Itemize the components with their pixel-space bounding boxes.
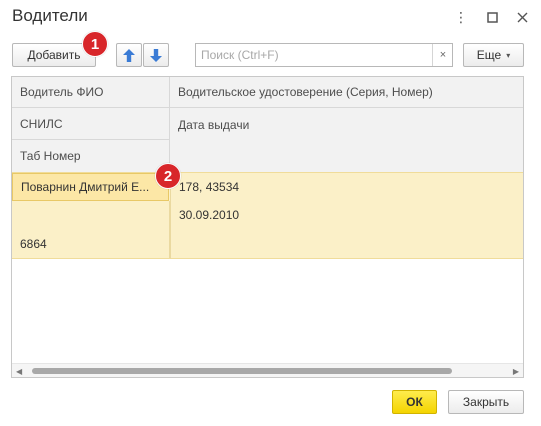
ok-button[interactable]: ОК <box>392 390 437 414</box>
cell-issue-date[interactable]: 30.09.2010 <box>170 201 523 229</box>
move-down-button[interactable] <box>143 43 169 67</box>
more-vertical-icon[interactable]: ⋮ <box>452 8 470 26</box>
column-header-license[interactable]: Водительское удостоверение (Серия, Номер… <box>170 77 523 108</box>
arrow-down-icon <box>150 48 162 62</box>
annotation-badge-2: 2 <box>155 163 181 189</box>
search-field: × <box>195 43 453 67</box>
cell-tab-number[interactable]: 6864 <box>12 229 170 258</box>
drivers-table[interactable]: Водитель ФИО СНИЛС Таб Номер Водительско… <box>11 76 524 378</box>
scroll-right-icon[interactable]: ▶ <box>513 367 519 376</box>
column-header-snils[interactable]: СНИЛС <box>12 108 170 140</box>
close-button[interactable]: Закрыть <box>448 390 524 414</box>
clear-search-button[interactable]: × <box>432 44 453 66</box>
scroll-left-icon[interactable]: ◀ <box>16 367 22 376</box>
annotation-badge-1: 1 <box>82 31 108 57</box>
search-input[interactable] <box>196 44 432 66</box>
close-icon[interactable] <box>513 8 531 26</box>
cell-snils[interactable] <box>12 201 170 229</box>
maximize-icon[interactable] <box>483 8 501 26</box>
move-up-button[interactable] <box>116 43 142 67</box>
arrow-up-icon <box>123 48 135 62</box>
scrollbar-thumb[interactable] <box>32 368 452 374</box>
horizontal-scrollbar[interactable]: ◀ ▶ <box>12 363 523 377</box>
chevron-down-icon: ▾ <box>506 50 511 60</box>
column-header-tab-number[interactable]: Таб Номер <box>12 140 170 172</box>
column-header-fio[interactable]: Водитель ФИО <box>12 77 170 108</box>
cell-license[interactable]: 178, 43534 <box>170 173 523 201</box>
column-header-issue-date[interactable]: Дата выдачи <box>170 108 523 172</box>
more-menu-button[interactable]: Еще ▾ <box>463 43 524 67</box>
window-title: Водители <box>12 6 88 25</box>
cell-fio[interactable]: Поварнин Дмитрий Е... <box>12 173 169 201</box>
more-menu-label: Еще <box>476 48 502 62</box>
